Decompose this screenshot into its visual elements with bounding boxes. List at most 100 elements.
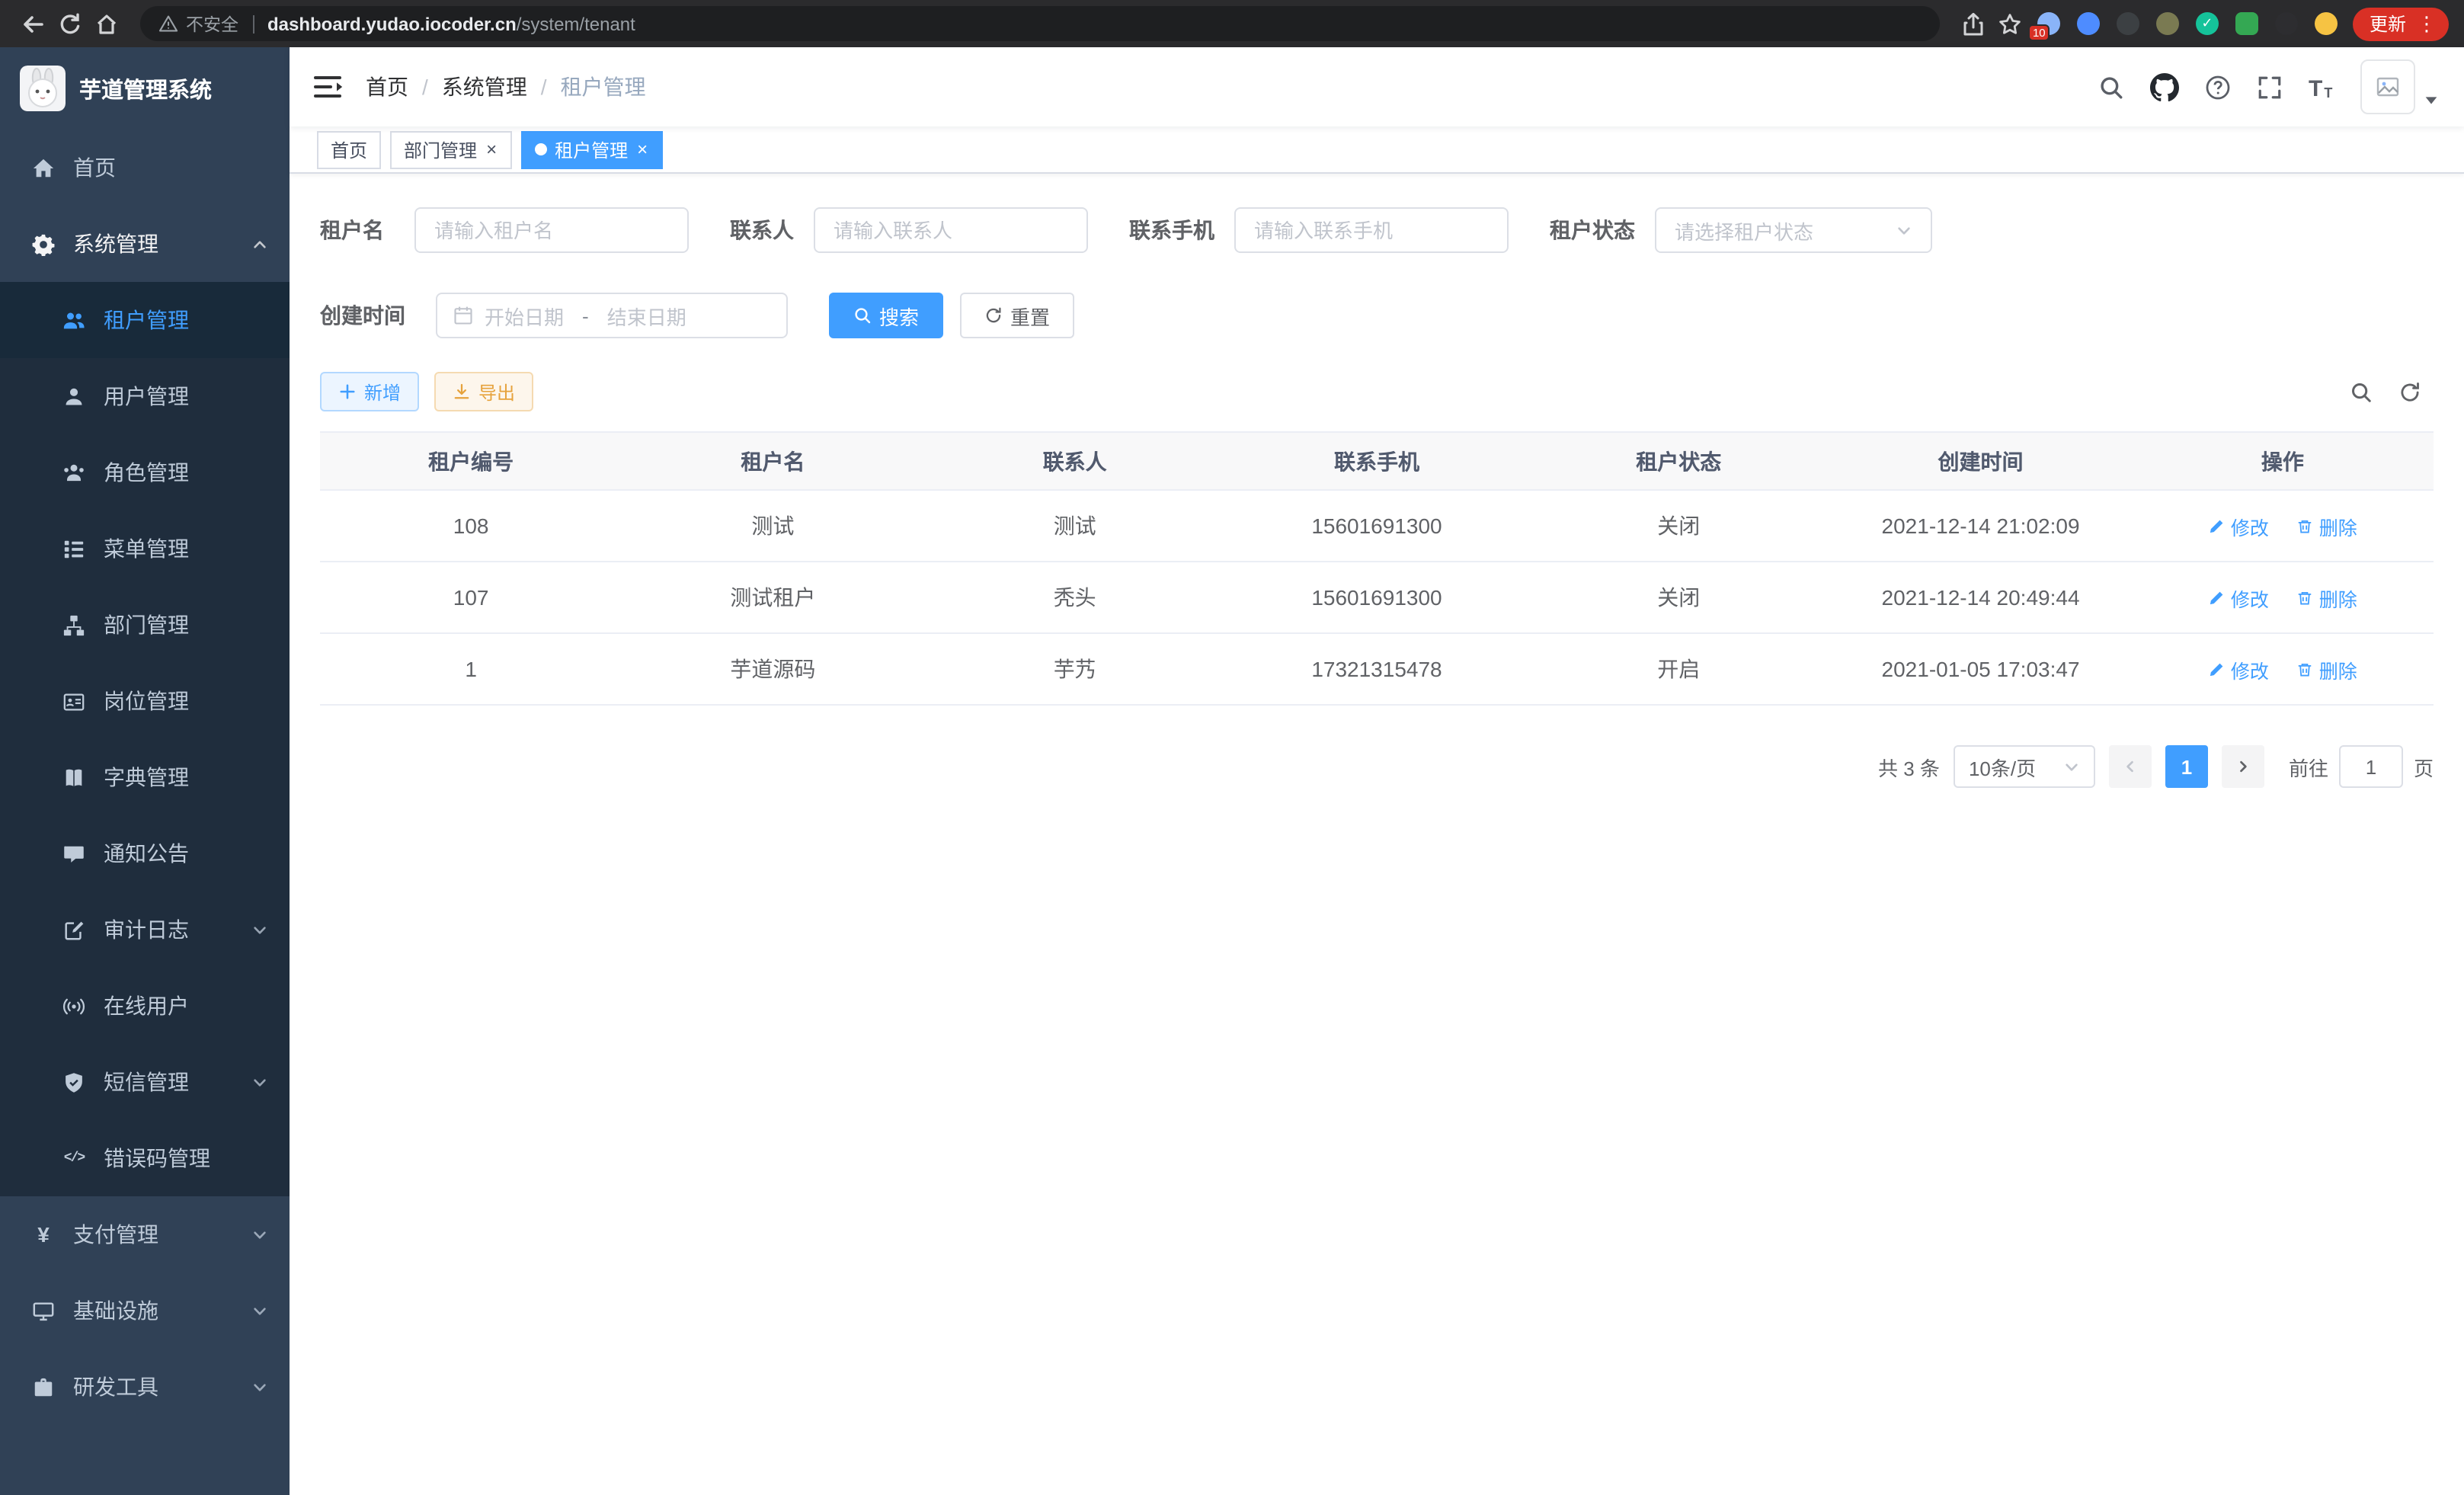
edit-button[interactable]: 修改 <box>2208 583 2269 612</box>
column-header: 联系人 <box>924 432 1226 490</box>
export-button[interactable]: 导出 <box>434 372 533 411</box>
breadcrumb-item[interactable]: 系统管理 <box>442 72 527 102</box>
edit-button[interactable]: 修改 <box>2208 511 2269 540</box>
filter-label-phone: 联系手机 <box>1129 215 1234 245</box>
add-button[interactable]: 新增 <box>320 372 419 411</box>
export-button-label: 导出 <box>478 379 515 405</box>
github-icon[interactable] <box>2150 72 2179 101</box>
cell-contact: 秃头 <box>924 562 1226 633</box>
share-icon[interactable] <box>1955 5 1992 42</box>
sidebar-item-4[interactable]: 角色管理 <box>0 434 290 511</box>
extension-glyph: ✓ <box>2196 12 2219 35</box>
refresh-icon <box>984 306 1003 325</box>
page-size-select[interactable]: 10条/页 <box>1954 745 2095 788</box>
filter-label-status: 租户状态 <box>1550 215 1655 245</box>
sidebar-item-6[interactable]: 部门管理 <box>0 587 290 663</box>
table-row: 107 测试租户 秃头 15601691300 关闭 2021-12-14 20… <box>320 562 2434 633</box>
user-avatar[interactable] <box>2360 59 2440 114</box>
edit-button[interactable]: 修改 <box>2208 655 2269 683</box>
sidebar-item-10[interactable]: 审计日志 <box>0 892 290 968</box>
goto-page-input[interactable] <box>2339 745 2403 788</box>
plus-icon <box>338 383 357 401</box>
extension-green-check[interactable]: ✓ <box>2196 12 2219 35</box>
security-label[interactable]: 不安全 <box>186 11 238 36</box>
goto-label: 前往 <box>2289 752 2328 781</box>
toggle-search-icon[interactable] <box>2350 380 2373 403</box>
breadcrumb-item[interactable]: 首页 <box>366 72 408 102</box>
address-bar[interactable]: 不安全 dashboard.yudao.iocoder.cn/system/te… <box>140 6 1940 41</box>
extension-green-square[interactable] <box>2235 12 2258 35</box>
extension-dark-circle[interactable] <box>2117 12 2139 35</box>
chevron-up-icon <box>251 235 268 252</box>
delete-button[interactable]: 删除 <box>2296 511 2357 540</box>
delete-icon <box>2296 661 2313 677</box>
contact-input[interactable] <box>814 207 1088 253</box>
audit-log-icon <box>62 918 85 941</box>
breadcrumb-separator: / <box>422 75 428 99</box>
header-search-icon[interactable] <box>2098 74 2124 100</box>
extension-olive[interactable] <box>2156 12 2179 35</box>
refresh-table-icon[interactable] <box>2398 380 2421 403</box>
sms-shield-icon <box>62 1071 85 1093</box>
extension-black[interactable] <box>2275 12 2298 35</box>
tab-item[interactable]: 首页 <box>317 130 381 168</box>
tenant-status-select[interactable]: 请选择租户状态 <box>1655 207 1932 253</box>
phone-input[interactable] <box>1234 207 1509 253</box>
extension-grid[interactable]: 10 <box>2037 12 2060 35</box>
add-button-label: 新增 <box>364 379 401 405</box>
date-range-separator: - <box>582 304 589 327</box>
delete-button[interactable]: 删除 <box>2296 655 2357 683</box>
hamburger-icon[interactable] <box>314 75 344 99</box>
tab-item[interactable]: 部门管理 × <box>390 130 512 168</box>
sidebar-item-7[interactable]: 岗位管理 <box>0 663 290 739</box>
page-1-button[interactable]: 1 <box>2165 745 2208 788</box>
cell-actions: 修改 删除 <box>2132 562 2434 633</box>
bookmark-star-icon[interactable] <box>1992 5 2028 42</box>
close-icon[interactable]: × <box>635 140 649 158</box>
tab-item[interactable]: 租户管理 × <box>521 130 663 168</box>
next-page-button[interactable] <box>2222 745 2264 788</box>
create-time-range-picker[interactable]: 开始日期 - 结束日期 <box>436 293 788 338</box>
sidebar-item-label: 系统管理 <box>73 229 158 259</box>
infra-monitor-icon <box>32 1299 55 1322</box>
sidebar-item-label: 租户管理 <box>104 305 189 335</box>
chevron-right-icon <box>2235 759 2251 774</box>
sidebar-item-11[interactable]: 在线用户 <box>0 968 290 1044</box>
sidebar-item-13[interactable]: </> 错误码管理 <box>0 1120 290 1196</box>
tenant-name-input[interactable] <box>414 207 689 253</box>
prev-page-button[interactable] <box>2109 745 2152 788</box>
sidebar-item-16[interactable]: 研发工具 <box>0 1349 290 1425</box>
sidebar-item-12[interactable]: 短信管理 <box>0 1044 290 1120</box>
logo[interactable]: 芋道管理系统 <box>0 47 290 130</box>
back-button[interactable] <box>15 5 52 42</box>
search-button[interactable]: 搜索 <box>829 293 943 338</box>
sidebar-item-8[interactable]: 字典管理 <box>0 739 290 815</box>
close-icon[interactable]: × <box>485 140 498 158</box>
sidebar-item-label: 用户管理 <box>104 381 189 411</box>
home-button[interactable] <box>88 5 125 42</box>
sidebar-item-5[interactable]: 菜单管理 <box>0 511 290 587</box>
delete-button[interactable]: 删除 <box>2296 583 2357 612</box>
end-date-placeholder: 结束日期 <box>607 301 686 330</box>
sidebar-item-label: 错误码管理 <box>104 1143 210 1173</box>
sidebar-item-3[interactable]: 用户管理 <box>0 358 290 434</box>
update-button[interactable]: 更新 ⋮ <box>2353 7 2449 40</box>
browser-menu-kebab-icon[interactable]: ⋮ <box>2414 14 2440 34</box>
font-size-icon[interactable]: TT <box>2309 74 2334 100</box>
sidebar-item-0[interactable]: 首页 <box>0 130 290 206</box>
extension-glyph <box>2235 12 2258 35</box>
reset-button[interactable]: 重置 <box>960 293 1074 338</box>
extension-blue[interactable] <box>2077 12 2100 35</box>
sidebar-item-9[interactable]: 通知公告 <box>0 815 290 892</box>
sidebar-item-14[interactable]: ¥ 支付管理 <box>0 1196 290 1273</box>
help-icon[interactable] <box>2205 74 2231 100</box>
fullscreen-icon[interactable] <box>2257 74 2283 100</box>
extension-badge: 10 <box>2028 24 2050 41</box>
extension-avatar[interactable] <box>2315 12 2338 35</box>
sidebar-item-2[interactable]: 租户管理 <box>0 282 290 358</box>
sidebar-item-1[interactable]: 系统管理 <box>0 206 290 282</box>
sidebar-item-label: 支付管理 <box>73 1219 158 1250</box>
reload-button[interactable] <box>52 5 88 42</box>
gear-icon <box>32 232 55 255</box>
sidebar-item-15[interactable]: 基础设施 <box>0 1273 290 1349</box>
